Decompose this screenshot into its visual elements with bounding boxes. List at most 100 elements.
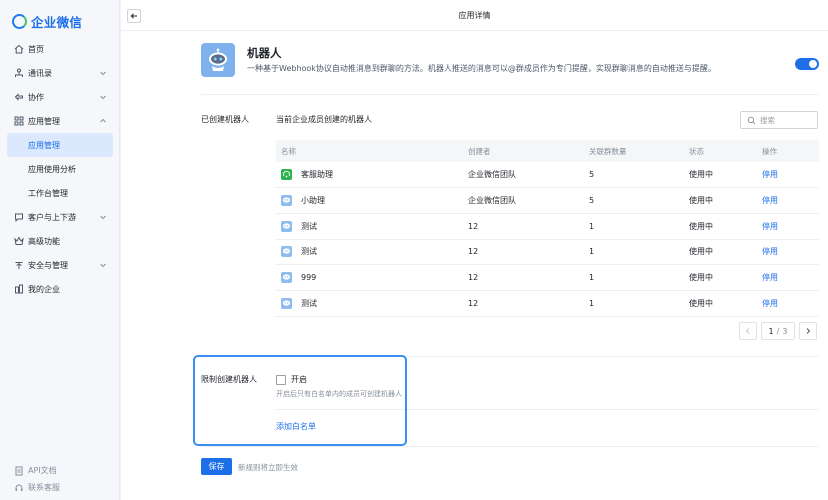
app-header: 机器人 一种基于Webhook协议自动推消息到群聊的方法。机器人推送的消息可以@… xyxy=(201,43,819,95)
robot-status: 使用中 xyxy=(684,239,757,266)
sidebar-item-label: 我的企业 xyxy=(28,284,60,294)
sidebar-item-collab[interactable]: 协作 xyxy=(0,85,120,109)
robot-name-cell: 小助理 xyxy=(276,187,463,214)
save-button[interactable]: 保存 xyxy=(201,458,232,475)
robot-creator: 12 xyxy=(463,213,584,240)
sidebar-item-label: 应用使用分析 xyxy=(28,164,76,174)
sidebar-item-contacts[interactable]: 通讯录 xyxy=(0,61,120,85)
sidebar-item-workbench[interactable]: 工作台管理 xyxy=(0,181,120,205)
sidebar-item-home[interactable]: 首页 xyxy=(0,37,120,61)
robot-group-count: 5 xyxy=(584,187,684,214)
section-divider xyxy=(201,356,819,357)
robot-avatar-icon xyxy=(281,272,292,284)
sidebar-bottom: API文档 联系客服 xyxy=(0,462,120,496)
brand-logo[interactable]: 企业微信 xyxy=(12,12,82,30)
sidebar-nav: 首页 通讯录 协作 应用管理 应用管理 应用使用分析 工作台管理 客户与上下游 xyxy=(0,37,120,301)
restrict-checkbox[interactable] xyxy=(276,374,286,385)
restrict-hint: 开启后只有白名单内的成员可创建机器人 xyxy=(276,390,402,398)
robot-name: 测试 xyxy=(301,221,317,231)
robot-group-count: 1 xyxy=(584,290,684,317)
contacts-icon xyxy=(14,68,24,78)
table-row: 999 12 1 使用中 停用 xyxy=(276,264,819,291)
add-whitelist-link[interactable]: 添加白名单 xyxy=(276,421,316,432)
robot-status: 使用中 xyxy=(684,264,757,291)
company-icon xyxy=(14,284,24,294)
sidebar-item-app-management[interactable]: 应用管理 xyxy=(0,109,120,133)
restrict-toggle-row[interactable]: 开启 xyxy=(276,374,307,385)
table-row: 测试 12 1 使用中 停用 xyxy=(276,239,819,266)
chevron-down-icon xyxy=(100,95,106,100)
search-input[interactable] xyxy=(760,115,816,125)
restrict-section-label: 限制创建机器人 xyxy=(201,375,257,384)
search-icon xyxy=(747,116,756,124)
column-header-name: 名称 xyxy=(276,140,463,162)
footer-divider xyxy=(201,446,819,447)
robot-action-cell: 停用 xyxy=(757,213,819,240)
sidebar-item-app-usage-analysis[interactable]: 应用使用分析 xyxy=(0,157,120,181)
robots-subtitle: 当前企业成员创建的机器人 xyxy=(276,115,372,124)
table-header-row: 名称 创建者 关联群数量 状态 操作 xyxy=(276,140,819,162)
page-title: 应用详情 xyxy=(458,11,491,20)
wecom-logo-icon xyxy=(12,13,27,29)
robot-creator: 12 xyxy=(463,264,584,291)
robot-avatar-icon xyxy=(281,246,292,258)
sidebar-item-label: 应用管理 xyxy=(28,116,60,126)
column-header-action: 操作 xyxy=(757,140,819,162)
robot-name-cell: 999 xyxy=(276,264,463,291)
chevron-right-icon xyxy=(806,328,811,334)
sidebar-item-customers[interactable]: 客户与上下游 xyxy=(0,205,120,229)
sidebar-item-api-docs[interactable]: API文档 xyxy=(0,462,120,479)
robot-status: 使用中 xyxy=(684,290,757,317)
sidebar-item-app-management-sub[interactable]: 应用管理 xyxy=(7,133,113,157)
robot-status: 使用中 xyxy=(684,213,757,240)
robot-name-cell: 客服助理 xyxy=(276,162,463,189)
search-box[interactable] xyxy=(740,111,818,129)
current-page: 1 xyxy=(768,326,774,336)
sidebar-item-label: 客户与上下游 xyxy=(28,212,76,222)
next-page-button[interactable] xyxy=(799,322,817,340)
restrict-divider xyxy=(276,409,819,410)
disable-robot-link[interactable]: 停用 xyxy=(762,273,778,282)
sidebar-item-label: 通讯录 xyxy=(28,68,52,78)
disable-robot-link[interactable]: 停用 xyxy=(762,247,778,256)
disable-robot-link[interactable]: 停用 xyxy=(762,170,778,179)
security-icon xyxy=(14,260,24,270)
sidebar: 企业微信 首页 通讯录 协作 应用管理 应用管理 应用使用分析 工作台管理 客户… xyxy=(0,0,120,500)
sidebar-item-label: 安全与管理 xyxy=(28,260,68,270)
prev-page-button[interactable] xyxy=(739,322,757,340)
column-header-creator: 创建者 xyxy=(463,140,584,162)
sidebar-item-my-company[interactable]: 我的企业 xyxy=(0,277,120,301)
robot-name-cell: 测试 xyxy=(276,290,463,317)
disable-robot-link[interactable]: 停用 xyxy=(762,299,778,308)
sidebar-item-label: 联系客服 xyxy=(28,483,60,492)
sidebar-item-advanced[interactable]: 高级功能 xyxy=(0,229,120,253)
app-enable-toggle[interactable] xyxy=(795,58,819,70)
robot-avatar-icon xyxy=(281,220,292,232)
robot-creator: 企业微信团队 xyxy=(463,162,584,189)
robot-group-count: 1 xyxy=(584,264,684,291)
column-header-status: 状态 xyxy=(684,140,757,162)
robot-name: 测试 xyxy=(301,298,317,308)
sidebar-item-security[interactable]: 安全与管理 xyxy=(0,253,120,277)
customer-icon xyxy=(14,212,24,222)
robot-status: 使用中 xyxy=(684,187,757,214)
robot-action-cell: 停用 xyxy=(757,187,819,214)
disable-robot-link[interactable]: 停用 xyxy=(762,196,778,205)
restrict-checkbox-label: 开启 xyxy=(291,375,307,384)
robot-creator: 12 xyxy=(463,290,584,317)
disable-robot-link[interactable]: 停用 xyxy=(762,222,778,231)
sidebar-item-label: 高级功能 xyxy=(28,236,60,246)
robot-name: 999 xyxy=(301,273,317,283)
robots-table-body: 客服助理 企业微信团队 5 使用中 停用 小助理 企业微信团队 5 使用中 停用 测试 12 1 使用中停… xyxy=(276,162,819,317)
chevron-down-icon xyxy=(100,215,106,220)
brand-name: 企业微信 xyxy=(31,14,83,30)
robots-section-label: 已创建机器人 xyxy=(201,115,249,124)
column-header-groups: 关联群数量 xyxy=(584,140,684,162)
robot-name: 小助理 xyxy=(301,196,325,206)
app-description: 一种基于Webhook协议自动推消息到群聊的方法。机器人推送的消息可以@群成员作… xyxy=(247,64,716,73)
total-pages: 3 xyxy=(782,326,788,336)
sidebar-item-contact-service[interactable]: 联系客服 xyxy=(0,479,120,496)
robot-creator: 企业微信团队 xyxy=(463,187,584,214)
pagination: 1 / 3 xyxy=(739,322,817,340)
doc-icon xyxy=(14,466,24,476)
